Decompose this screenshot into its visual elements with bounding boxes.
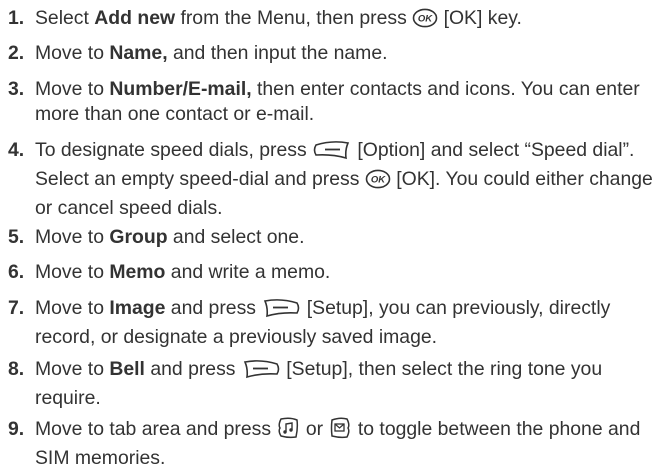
field-image: Image	[109, 297, 166, 319]
step-7: 7. Move to Image and press [Setup], you …	[8, 296, 653, 350]
field-name: Name,	[109, 42, 168, 64]
step-text: Move to tab area and press or to toggle …	[35, 417, 641, 469]
field-memo: Memo	[109, 261, 166, 283]
message-key-icon	[328, 417, 352, 446]
step-5: 5. Move to Group and select one.	[8, 225, 653, 250]
menu-item-add-new: Add new	[94, 7, 176, 29]
step-number: 7.	[8, 297, 25, 319]
step-text: Select Add new from the Menu, then press…	[35, 6, 653, 35]
field-group: Group	[109, 226, 168, 248]
ok-key-icon: OK	[412, 8, 438, 35]
step-text: Move to Image and press [Setup], you can…	[35, 297, 611, 348]
step-2: 2. Move to Name, and then input the name…	[8, 41, 653, 66]
right-soft-key-icon	[241, 359, 281, 386]
step-number: 3.	[8, 78, 25, 100]
step-number: 2.	[8, 42, 25, 64]
ok-key-icon: OK	[365, 169, 391, 196]
step-text: Move to Memo and write a memo.	[35, 261, 331, 283]
step-1: 1. Select Add new from the Menu, then pr…	[8, 6, 653, 35]
step-6: 6. Move to Memo and write a memo.	[8, 260, 653, 285]
step-text: Move to Group and select one.	[35, 226, 305, 248]
right-soft-key-icon	[261, 298, 301, 325]
step-number: 6.	[8, 261, 25, 283]
step-text: Move to Bell and press [Setup], then sel…	[35, 358, 603, 409]
step-number: 1.	[8, 7, 25, 29]
step-text: To designate speed dials, press [Option]…	[35, 139, 653, 219]
step-number: 4.	[8, 139, 25, 161]
field-bell: Bell	[109, 358, 145, 380]
svg-text:OK: OK	[371, 175, 386, 186]
svg-text:OK: OK	[418, 14, 433, 25]
step-8: 8. Move to Bell and press [Setup], then …	[8, 357, 653, 411]
step-number: 9.	[8, 418, 25, 440]
music-key-icon	[276, 417, 300, 446]
step-4: 4. To designate speed dials, press [Opti…	[8, 138, 653, 221]
field-number-email: Number/E-mail,	[109, 78, 252, 100]
step-9: 9. Move to tab area and press or to togg…	[8, 417, 653, 471]
step-3: 3. Move to Number/E-mail, then enter con…	[8, 77, 653, 127]
step-text: Move to Name, and then input the name.	[35, 42, 388, 64]
step-number: 5.	[8, 226, 25, 248]
step-number: 8.	[8, 358, 25, 380]
step-text: Move to Number/E-mail, then enter contac…	[35, 78, 640, 125]
left-soft-key-icon	[312, 140, 352, 167]
